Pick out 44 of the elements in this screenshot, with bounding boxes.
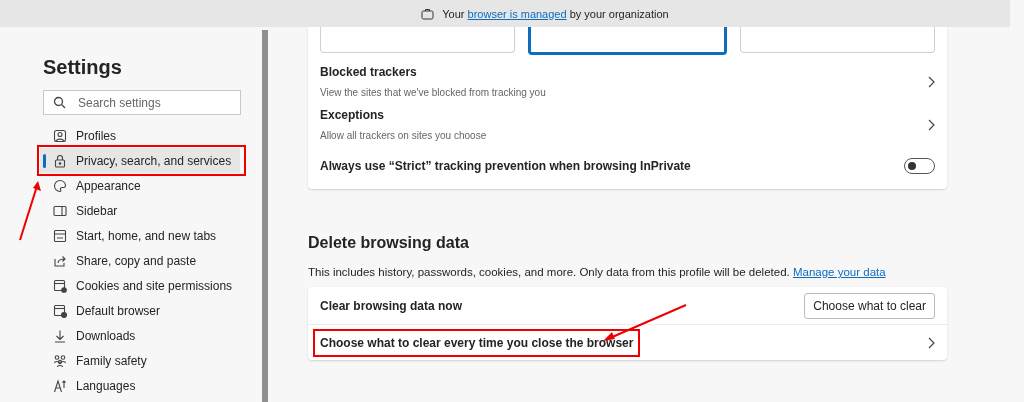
arrow	[18, 180, 42, 242]
manage-data-link[interactable]: Manage your data	[792, 266, 886, 278]
sidebar-item[interactable]: Start, home, and new tabs	[40, 223, 240, 248]
search-field[interactable]: Search settings	[43, 90, 241, 115]
sidebar-item[interactable]: Languages	[40, 373, 240, 398]
search-icon	[53, 96, 66, 109]
chevron-right-icon[interactable]	[927, 336, 935, 349]
section-heading: Delete browsing data	[308, 234, 470, 252]
choose-clear-button[interactable]: Choose what to clear	[804, 292, 935, 319]
setting-description: View the sites that we've blocked from tracking you	[320, 87, 546, 98]
sidebar-icon	[53, 203, 67, 218]
sidebar-item[interactable]: Downloads	[40, 323, 240, 348]
sidebar-item[interactable]: Appearance	[40, 173, 240, 198]
setting-description: Allow all trackers on sites you choose	[320, 130, 487, 141]
settings-title: Settings	[43, 56, 123, 80]
language-icon	[53, 378, 67, 393]
managed-link[interactable]: browser is managed	[467, 7, 567, 20]
palette-icon	[53, 178, 67, 193]
profile-icon	[53, 128, 67, 143]
setting-title: Clear browsing data now	[320, 298, 463, 313]
browser-icon	[53, 303, 67, 318]
banner-text: Your browser is managed by your organization	[442, 7, 669, 20]
sidebar-item[interactable]: Cookies and site permissions	[40, 273, 240, 298]
chevron-right-icon[interactable]	[927, 75, 935, 88]
setting-title[interactable]: Choose what to clear every time you close the browser	[320, 335, 634, 350]
home-icon	[53, 228, 67, 243]
lock-icon	[53, 153, 67, 168]
download-icon	[53, 328, 67, 343]
chevron-right-icon[interactable]	[927, 118, 935, 131]
family-icon	[53, 353, 67, 368]
briefcase-icon	[421, 7, 435, 20]
sidebar-item[interactable]: Share, copy and paste	[40, 248, 240, 273]
scrollbar[interactable]	[262, 30, 268, 402]
sidebar-item[interactable]: Family safety	[40, 348, 240, 373]
cookies-icon	[53, 278, 67, 293]
share-icon	[53, 253, 67, 268]
setting-title: Blocked trackers	[320, 65, 418, 79]
sidebar-item[interactable]: Profiles	[40, 123, 240, 148]
sidebar-item[interactable]: Default browser	[40, 298, 240, 323]
sidebar-item[interactable]: Privacy, search, and services	[40, 148, 240, 173]
setting-title: Always use “Strict” tracking prevention when browsing InPrivate	[320, 158, 691, 173]
section-description: This includes history, passwords, cookies, and more. Only data from this profile will be deleted. Manage your data	[308, 266, 887, 278]
setting-title: Exceptions	[320, 108, 386, 122]
sidebar-item[interactable]: Sidebar	[40, 198, 240, 223]
